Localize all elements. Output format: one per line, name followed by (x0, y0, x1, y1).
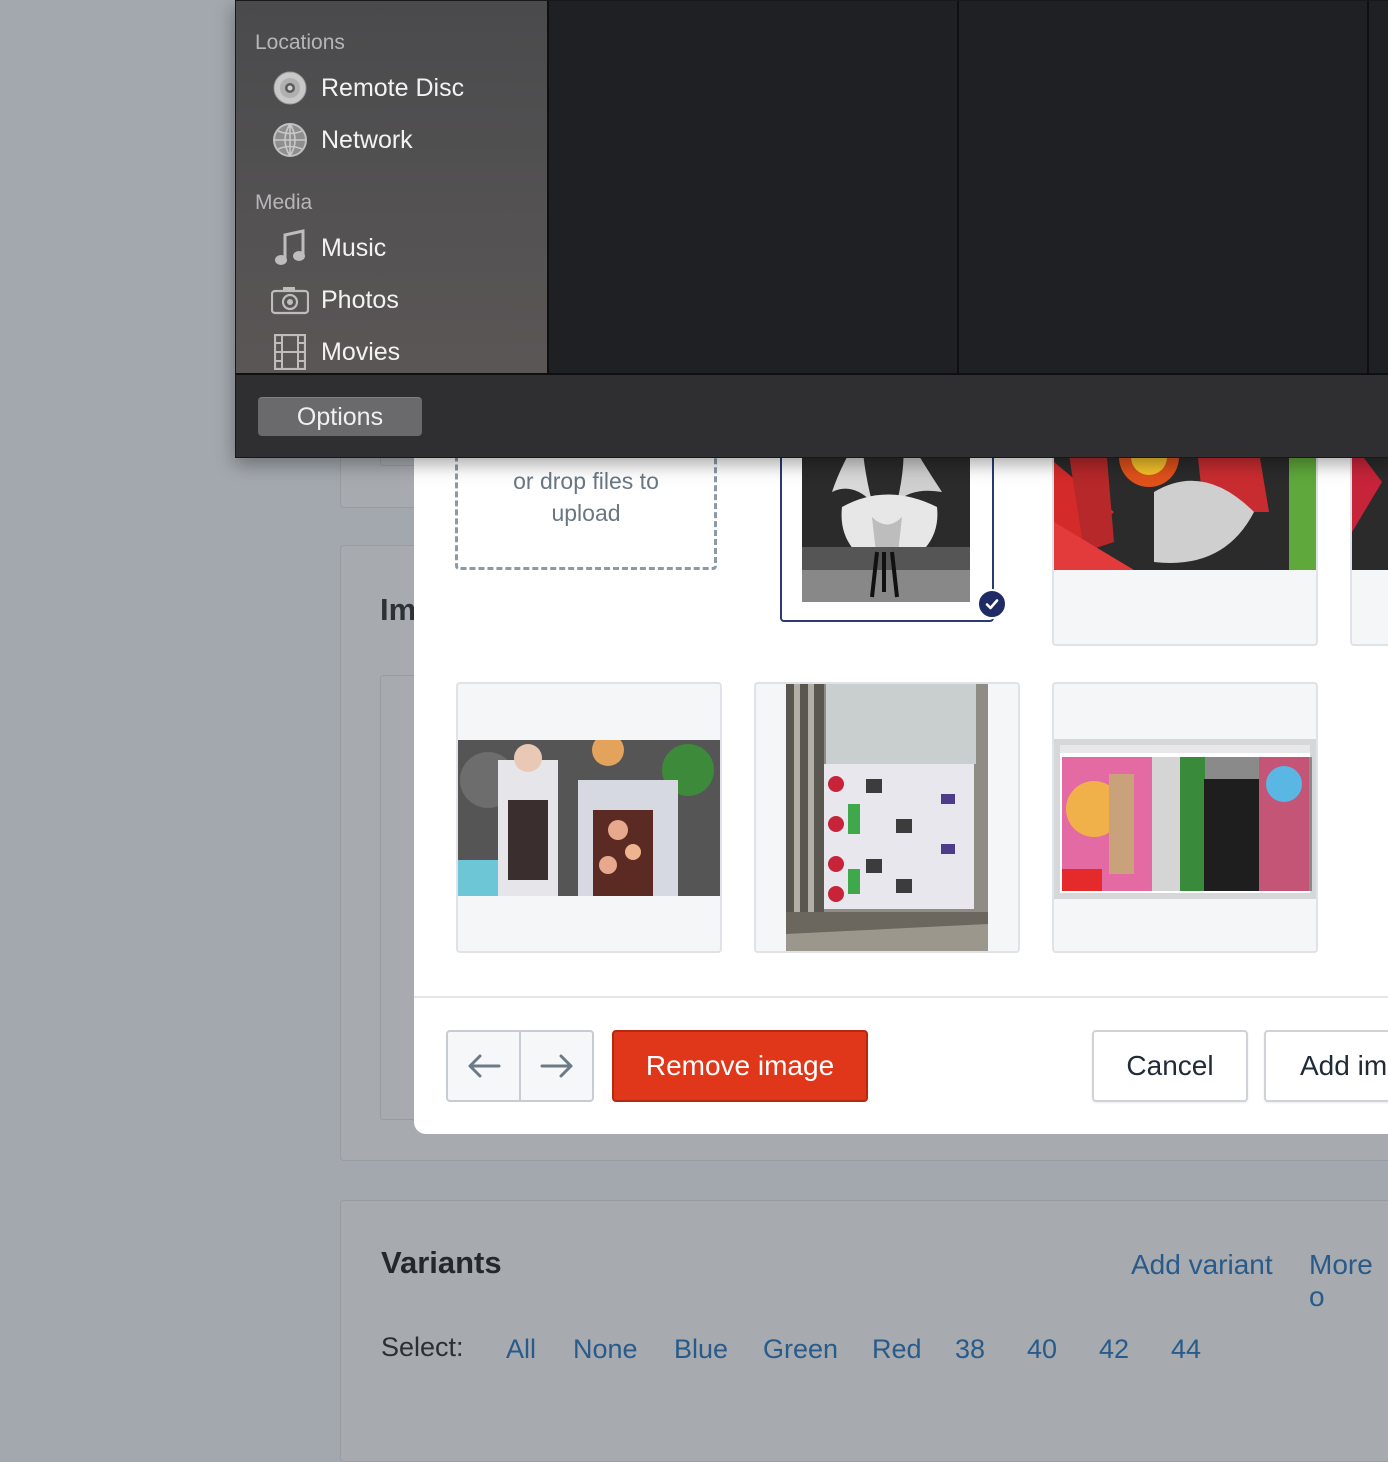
next-image-button[interactable] (519, 1030, 594, 1102)
select-40-link[interactable]: 40 (1027, 1334, 1057, 1365)
thumbnail-image-floral-models (458, 740, 720, 896)
sidebar-item-photos[interactable]: Photos (270, 280, 399, 320)
images-heading: Im (380, 592, 417, 627)
add-variant-link[interactable]: Add variant (1131, 1249, 1273, 1281)
section-title-locations: Locations (255, 31, 345, 54)
section-title-media: Media (255, 191, 313, 214)
select-none-link[interactable]: None (573, 1334, 638, 1365)
image-thumbnail[interactable] (456, 682, 722, 953)
image-picker-modal: or drop files to upload Remove image Can… (414, 420, 1388, 1134)
finder-sidebar: Locations Remote Disc Network Media Musi… (236, 1, 547, 373)
more-options-link[interactable]: More o (1309, 1249, 1388, 1313)
previous-image-button[interactable] (446, 1030, 521, 1102)
file-open-dialog: Locations Remote Disc Network Media Musi… (235, 0, 1388, 458)
select-38-link[interactable]: 38 (955, 1334, 985, 1365)
column-divider[interactable] (1367, 1, 1369, 373)
options-button[interactable]: Options (258, 397, 422, 436)
sidebar-item-label: Music (321, 233, 387, 262)
image-thumbnail[interactable] (754, 682, 1020, 953)
disc-icon (270, 68, 310, 108)
sidebar-item-music[interactable]: Music (270, 228, 386, 268)
sidebar-item-label: Network (321, 125, 413, 154)
column-divider[interactable] (957, 1, 959, 373)
select-red-link[interactable]: Red (872, 1334, 922, 1365)
file-browser-column[interactable] (549, 1, 957, 373)
thumbnail-image-posters (786, 684, 988, 951)
file-browser-column[interactable] (1369, 1, 1388, 373)
variants-title: Variants (381, 1245, 502, 1280)
sidebar-item-label: Remote Disc (321, 73, 465, 102)
image-thumbnail[interactable] (1052, 682, 1318, 953)
select-42-link[interactable]: 42 (1099, 1334, 1129, 1365)
film-icon (270, 332, 310, 372)
dropzone-text: or drop files to upload (513, 468, 659, 526)
select-label: Select: (381, 1332, 464, 1362)
select-44-link[interactable]: 44 (1171, 1334, 1201, 1365)
dialog-footer: Options (236, 373, 1388, 457)
globe-icon (270, 120, 310, 160)
sidebar-item-label: Photos (321, 285, 399, 314)
arrow-left-icon (468, 1054, 500, 1078)
remove-image-button[interactable]: Remove image (612, 1030, 868, 1102)
select-green-link[interactable]: Green (763, 1334, 838, 1365)
arrow-right-icon (540, 1054, 572, 1078)
file-browser-column[interactable] (959, 1, 1367, 373)
cancel-button[interactable]: Cancel (1092, 1030, 1248, 1102)
sidebar-item-movies[interactable]: Movies (270, 332, 400, 372)
sidebar-item-label: Movies (321, 337, 401, 366)
camera-icon (270, 280, 310, 320)
sidebar-item-network[interactable]: Network (270, 120, 413, 160)
select-all-link[interactable]: All (506, 1334, 536, 1365)
checkmark-icon (977, 589, 1007, 619)
column-divider (547, 1, 549, 373)
select-blue-link[interactable]: Blue (674, 1334, 728, 1365)
variants-card (340, 1200, 1388, 1462)
add-image-button[interactable]: Add im (1264, 1030, 1388, 1102)
thumbnail-image-website-screenshot (1054, 739, 1316, 899)
modal-footer-divider (414, 996, 1388, 998)
sidebar-item-remote-disc[interactable]: Remote Disc (270, 68, 464, 108)
music-note-icon (270, 228, 310, 268)
